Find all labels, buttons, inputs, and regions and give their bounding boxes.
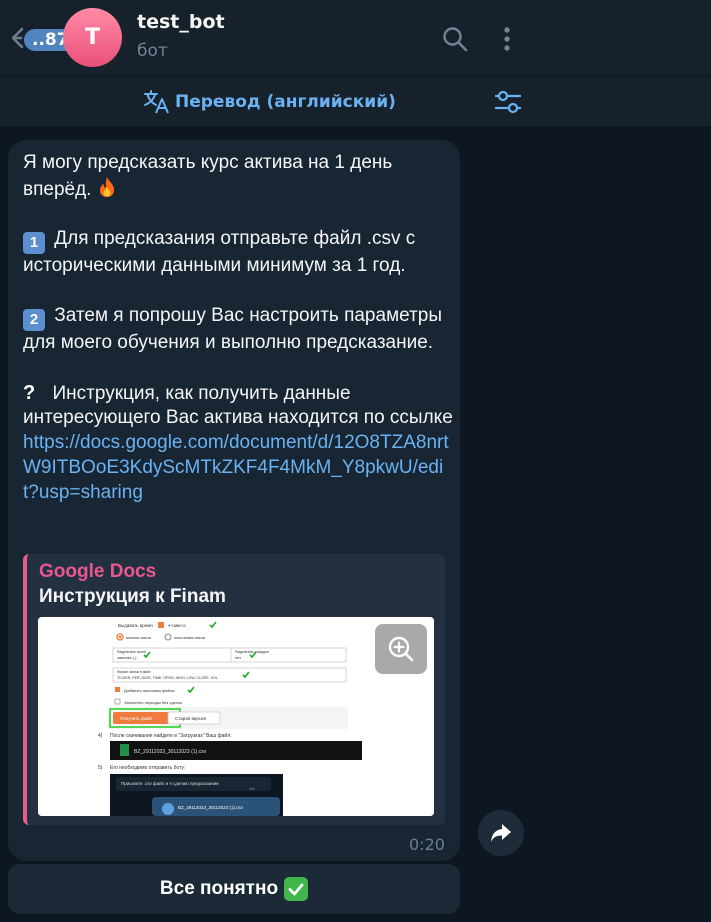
doc-format-value: TICKER, PER, DATE, TIME, OPEN, HIGH, LOW… (117, 676, 218, 680)
doc-step5-text: Его необходимо отправить боту: (110, 765, 185, 771)
chat-header: ..87 T test_bot бот (0, 0, 711, 76)
doc-radio1: начала свечи (126, 635, 151, 640)
preview-site-name: Google Docs (39, 561, 157, 582)
avatar[interactable]: T (63, 8, 122, 67)
doc-step4-num: 4) (98, 733, 103, 739)
instruction-text: Инструкция, как получить данные интересу… (23, 382, 453, 429)
chat-subtitle: бот (137, 41, 168, 61)
intro-line-1: Я могу предсказать курс актива на 1 день (23, 152, 393, 173)
preview-image[interactable]: Выдавать время чч:мм:сс начала свечи око… (38, 617, 434, 816)
chat-title[interactable]: test_bot (137, 11, 225, 33)
forward-button[interactable] (478, 810, 524, 856)
link-preview[interactable]: Google Docs Инструкция к Finam Выдавать … (23, 554, 445, 825)
doc-checkbox2: Заполнять периоды без сделок (124, 700, 182, 705)
doc-step4-text: После скачивания найдите в "Загрузках" В… (110, 732, 232, 739)
doc-field1-value: запятая (,) (117, 655, 137, 660)
doc-chat-prompt: Пришлите .csv файл и я сделаю предсказан… (121, 780, 219, 786)
more-vertical-icon[interactable] (498, 25, 516, 53)
doc-field2-label: Разделитель разрядов (235, 650, 269, 654)
doc-btn-old: Старая версия (175, 716, 207, 721)
doc-btn-get-file: Получить файл (120, 715, 153, 721)
check-mark-emoji-icon (284, 877, 309, 901)
search-icon[interactable] (442, 26, 468, 52)
step1-text: Для предсказания отправьте файл .csv с и… (23, 228, 416, 277)
instruction-link[interactable]: https://docs.google.com/document/d/12O8T… (23, 432, 449, 503)
keycap-2-icon: 2 (23, 308, 45, 331)
zoom-button[interactable] (375, 624, 427, 674)
translate-button[interactable]: Перевод (английский) (143, 89, 396, 115)
doc-format-label: Формат записи в файл (117, 670, 151, 674)
message-bubble[interactable]: Я могу предсказать курс актива на 1 день… (8, 140, 460, 861)
doc-file-name: BZ_29112023_30112023 (1).csv (134, 749, 207, 755)
translate-icon (144, 90, 169, 114)
doc-row1b: чч:мм:сс (168, 623, 187, 628)
translate-bar: Перевод (английский) (0, 76, 711, 126)
doc-field1-label: Разделитель полей (117, 650, 146, 654)
zoom-in-icon (388, 636, 414, 662)
message-time: 0:20 (409, 835, 445, 854)
intro-line-2: вперёд. (23, 178, 92, 200)
question-mark-icon: ? (23, 381, 36, 404)
doc-checkbox1: Добавить заголовок файла (124, 688, 175, 693)
translate-label: Перевод (английский) (175, 92, 396, 112)
doc-row1: Выдавать время (118, 623, 153, 628)
settings-sliders-icon[interactable] (494, 88, 522, 116)
step2-text: Затем я попрошу Вас настроить параметры … (23, 304, 442, 353)
message-text: Я могу предсказать курс актива на 1 день… (23, 151, 453, 506)
fire-emoji-icon (97, 176, 117, 199)
doc-chat-edit: edit (249, 787, 255, 791)
doc-chat-file: BZ_29112023_30112023 (1).csv (178, 805, 244, 810)
preview-title: Инструкция к Finam (39, 586, 226, 607)
inline-keyboard-button[interactable]: Все понятно (8, 864, 460, 914)
doc-step5-num: 5) (98, 765, 103, 771)
forward-arrow-icon (491, 824, 511, 842)
doc-field2-value: нет (235, 655, 241, 660)
doc-radio2: окончания свечи (174, 635, 205, 640)
back-button[interactable]: ..87 (8, 18, 79, 58)
keycap-1-icon: 1 (23, 232, 45, 255)
inline-keyboard-label: Все понятно (159, 878, 279, 899)
